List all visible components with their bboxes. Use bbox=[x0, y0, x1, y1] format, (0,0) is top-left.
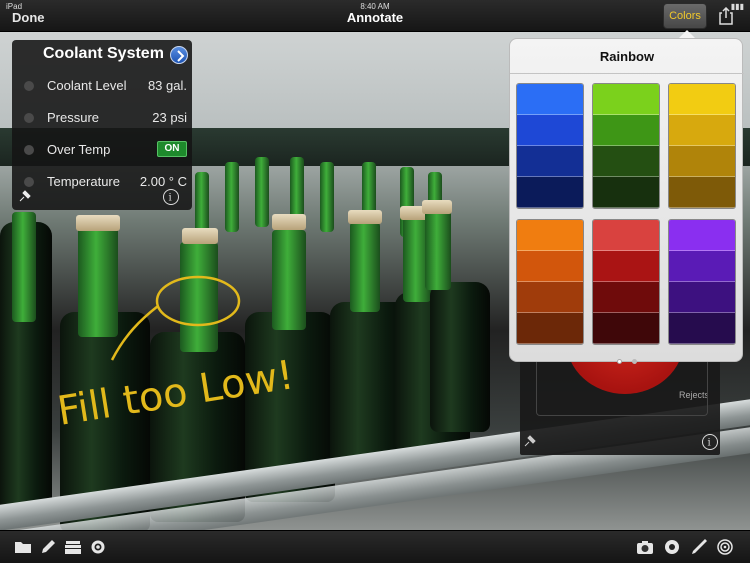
pin-icon[interactable] bbox=[524, 435, 536, 447]
color-swatch[interactable] bbox=[669, 84, 735, 115]
row-pressure: Pressure 23 psi bbox=[22, 109, 187, 129]
color-swatch[interactable] bbox=[593, 282, 659, 313]
annotation-arrow bbox=[110, 305, 159, 361]
status-dot bbox=[24, 177, 34, 187]
swatch-column bbox=[516, 219, 584, 345]
row-value: 2.00 ° C bbox=[139, 174, 187, 189]
record-icon[interactable] bbox=[663, 539, 681, 555]
share-icon[interactable] bbox=[717, 7, 735, 25]
pencil-icon[interactable] bbox=[40, 539, 58, 555]
color-swatch[interactable] bbox=[669, 220, 735, 251]
pin-icon[interactable] bbox=[19, 190, 31, 202]
navigation-bar: iPad 8:40 AM ▮▮▮ Done Annotate Colors bbox=[0, 0, 750, 32]
swatch-column bbox=[592, 219, 660, 345]
coolant-system-panel: Coolant System Coolant Level 83 gal. Pre… bbox=[12, 40, 192, 210]
colors-popover: Rainbow bbox=[509, 38, 744, 364]
over-temp-badge: ON bbox=[157, 141, 187, 157]
row-label: Coolant Level bbox=[47, 78, 127, 93]
pen-icon[interactable] bbox=[690, 539, 708, 555]
rejects-label: Rejects bbox=[679, 390, 708, 400]
bottom-toolbar bbox=[0, 530, 750, 563]
swatch-column bbox=[668, 219, 736, 345]
color-swatch[interactable] bbox=[669, 313, 735, 344]
swatch-column bbox=[516, 83, 584, 209]
status-dot bbox=[24, 145, 34, 155]
page-title: Annotate bbox=[346, 10, 404, 25]
color-swatch[interactable] bbox=[593, 251, 659, 282]
settings-icon[interactable] bbox=[89, 539, 107, 555]
chevron-right-icon[interactable] bbox=[170, 46, 188, 64]
swatch-column bbox=[668, 83, 736, 209]
color-swatch[interactable] bbox=[593, 313, 659, 344]
color-swatch[interactable] bbox=[517, 220, 583, 251]
color-swatch[interactable] bbox=[517, 251, 583, 282]
color-swatch[interactable] bbox=[593, 177, 659, 208]
info-icon[interactable]: i bbox=[163, 189, 179, 205]
popover-divider bbox=[510, 73, 744, 74]
color-swatch[interactable] bbox=[669, 251, 735, 282]
color-swatch[interactable] bbox=[669, 115, 735, 146]
annotation-circle bbox=[155, 275, 241, 327]
camera-icon[interactable] bbox=[636, 539, 654, 555]
info-icon[interactable]: i bbox=[702, 434, 718, 450]
color-swatch[interactable] bbox=[517, 115, 583, 146]
swatch-column bbox=[592, 83, 660, 209]
color-swatch[interactable] bbox=[517, 313, 583, 344]
color-swatch[interactable] bbox=[517, 177, 583, 208]
row-value: 83 gal. bbox=[147, 78, 187, 93]
row-value: 23 psi bbox=[152, 110, 187, 125]
color-swatch[interactable] bbox=[517, 146, 583, 177]
library-icon[interactable] bbox=[64, 539, 82, 555]
color-swatch[interactable] bbox=[669, 146, 735, 177]
page-dot bbox=[616, 359, 622, 364]
row-over-temp: Over Temp ON bbox=[22, 141, 187, 161]
color-swatch[interactable] bbox=[593, 84, 659, 115]
row-label: Pressure bbox=[47, 110, 100, 125]
svg-text:i: i bbox=[169, 193, 172, 204]
color-swatch[interactable] bbox=[593, 115, 659, 146]
color-swatch[interactable] bbox=[517, 84, 583, 115]
folder-icon[interactable] bbox=[14, 539, 32, 555]
svg-text:i: i bbox=[708, 438, 711, 449]
color-swatch[interactable] bbox=[669, 177, 735, 208]
color-swatch[interactable] bbox=[669, 282, 735, 313]
row-coolant-level: Coolant Level 83 gal. bbox=[22, 77, 187, 97]
page-indicator[interactable] bbox=[510, 351, 744, 369]
palette-title: Rainbow bbox=[599, 49, 655, 64]
status-dot bbox=[24, 81, 34, 91]
colors-button[interactable]: Colors bbox=[663, 3, 707, 29]
color-swatch[interactable] bbox=[593, 220, 659, 251]
row-temperature: Temperature 2.00 ° C bbox=[22, 173, 187, 193]
annotation-text: Fill too Low! bbox=[54, 352, 297, 435]
row-label: Temperature bbox=[47, 174, 120, 189]
color-swatch[interactable] bbox=[593, 146, 659, 177]
panel-title: Coolant System bbox=[43, 45, 164, 62]
status-dot bbox=[24, 113, 34, 123]
color-swatch[interactable] bbox=[517, 282, 583, 313]
target-icon[interactable] bbox=[716, 539, 734, 555]
page-dot bbox=[632, 359, 638, 364]
row-label: Over Temp bbox=[47, 142, 111, 157]
